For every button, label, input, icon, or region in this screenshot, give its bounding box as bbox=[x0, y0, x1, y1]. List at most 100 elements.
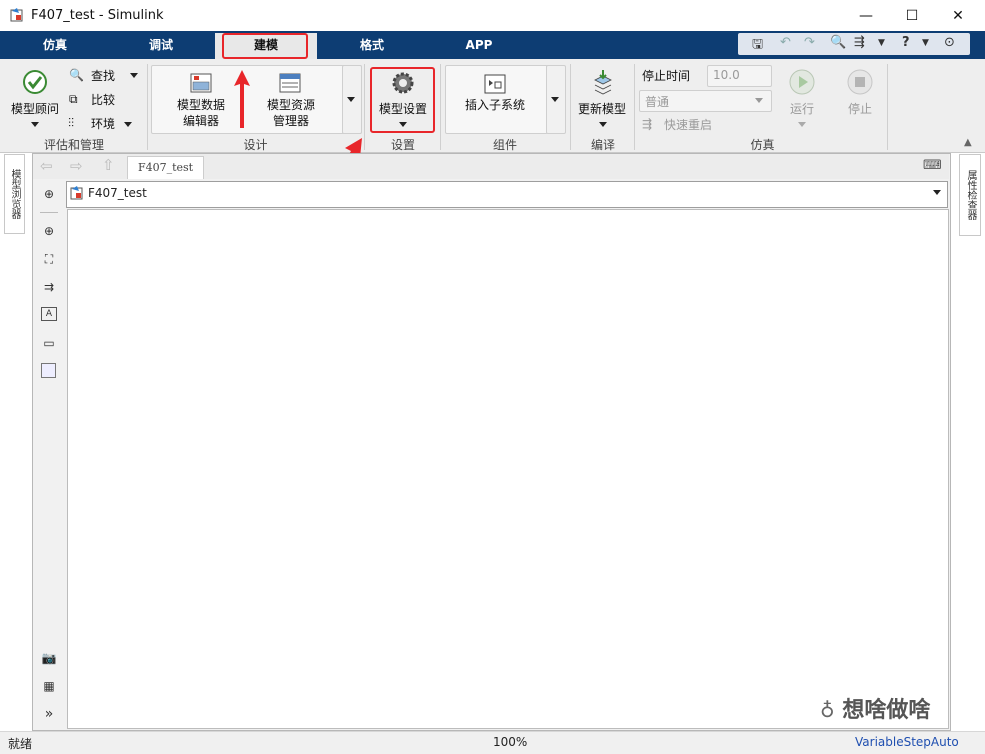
fast-restart-icon: ⇶ bbox=[642, 117, 653, 131]
highlight-modeling-tab bbox=[222, 33, 308, 59]
ribbon-separator bbox=[634, 64, 635, 150]
zoom-level: 100% bbox=[493, 735, 528, 749]
qat-dropdown-icon[interactable]: ▼ bbox=[878, 38, 885, 48]
model-data-editor-icon bbox=[190, 73, 212, 93]
chevron-down-icon[interactable] bbox=[31, 122, 39, 127]
model-data-editor-label-1: 模型数据 bbox=[176, 98, 225, 112]
run-button[interactable]: 运行 bbox=[783, 101, 821, 117]
close-icon: ✕ bbox=[952, 7, 964, 24]
run-icon bbox=[789, 69, 815, 95]
ribbon-separator bbox=[887, 64, 888, 150]
stop-time-input[interactable]: 10.0 bbox=[707, 65, 772, 87]
model-explorer-label-2: 管理器 bbox=[272, 114, 309, 128]
camera-icon[interactable]: 📷 bbox=[41, 650, 57, 666]
save-icon[interactable]: 🖫 bbox=[752, 35, 763, 57]
solver-link[interactable]: VariableStepAuto bbox=[855, 735, 959, 749]
tab-debug[interactable]: 调试 bbox=[128, 31, 194, 59]
fit-to-view-icon[interactable]: ⛶ bbox=[41, 251, 57, 267]
hide-show-explorer-icon[interactable]: ⊕ bbox=[41, 186, 57, 202]
back-arrow-icon[interactable]: ⇦ bbox=[40, 158, 53, 174]
update-model-button[interactable]: 更新模型 bbox=[575, 101, 629, 117]
zoom-in-icon[interactable]: ⊕ bbox=[41, 223, 57, 239]
keyboard-icon[interactable]: ⌨ bbox=[923, 158, 942, 174]
image-annotation-icon[interactable]: ▭ bbox=[41, 335, 57, 351]
address-dropdown-icon[interactable] bbox=[933, 190, 941, 195]
forward-arrow-icon[interactable]: ⇨ bbox=[70, 158, 83, 174]
ribbon-separator bbox=[440, 64, 441, 150]
mode-dropdown-icon bbox=[755, 98, 763, 103]
group-label-component: 组件 bbox=[492, 138, 517, 152]
expand-toolbar-icon[interactable]: » bbox=[41, 706, 57, 722]
gallery-expand-icon bbox=[551, 97, 559, 102]
wechat-icon: ♁ bbox=[820, 698, 835, 722]
close-button[interactable]: ✕ bbox=[935, 0, 981, 31]
find-dropdown-icon[interactable] bbox=[130, 73, 138, 78]
model-explorer-label-1: 模型资源 bbox=[266, 98, 315, 112]
model-icon bbox=[70, 186, 83, 200]
group-label-setup: 设置 bbox=[390, 138, 415, 152]
insert-subsystem-button[interactable]: 插入子系统 bbox=[460, 97, 530, 113]
model-data-editor-button[interactable]: 模型数据 编辑器 bbox=[170, 97, 232, 129]
title-bar: F407_test - Simulink — ☐ ✕ bbox=[0, 0, 985, 31]
status-ready: 就绪 bbox=[8, 737, 33, 751]
stop-time-label: 停止时间 bbox=[642, 69, 691, 83]
status-bar: 就绪 100% VariableStepAuto bbox=[0, 731, 985, 754]
stop-button[interactable]: 停止 bbox=[842, 101, 878, 117]
minimize-icon: — bbox=[859, 7, 873, 24]
model-explorer-button[interactable]: 模型资源 管理器 bbox=[258, 97, 324, 129]
help-icon[interactable]: ? bbox=[902, 35, 910, 50]
window-title: F407_test - Simulink bbox=[31, 8, 164, 23]
tab-simulation[interactable]: 仿真 bbox=[22, 31, 88, 59]
search-icon[interactable]: 🔍 bbox=[830, 35, 846, 50]
property-inspector-tab[interactable]: 属性检查器 bbox=[959, 154, 981, 236]
simulation-mode-value: 普通 bbox=[645, 95, 670, 109]
viewer-icon[interactable]: ▦ bbox=[41, 678, 57, 694]
model-canvas[interactable] bbox=[67, 209, 949, 729]
maximize-button[interactable]: ☐ bbox=[889, 0, 935, 31]
ribbon-separator bbox=[570, 64, 571, 150]
environment-dropdown-icon[interactable] bbox=[124, 122, 132, 127]
watermark-text: 想啥做啥 bbox=[842, 698, 931, 723]
route-lines-icon[interactable]: ⇉ bbox=[41, 279, 57, 295]
annotation-icon[interactable]: A bbox=[41, 307, 57, 321]
sharing-icon[interactable]: ⇶ bbox=[854, 35, 865, 50]
model-explorer-icon bbox=[279, 73, 301, 93]
subsystem-icon bbox=[484, 74, 506, 94]
watermark: ♁ 想啥做啥 bbox=[820, 692, 930, 724]
collapse-ribbon-arrow-icon[interactable]: ▲ bbox=[964, 135, 972, 151]
tab-apps[interactable]: APP bbox=[446, 31, 512, 59]
gallery-expand-icon bbox=[347, 97, 355, 102]
red-arrow-up bbox=[234, 70, 250, 128]
magnifier-icon: 🔍 bbox=[69, 68, 84, 82]
area-icon[interactable] bbox=[41, 363, 56, 378]
ribbon-separator bbox=[147, 64, 148, 150]
stop-time-value: 10.0 bbox=[713, 68, 740, 82]
model-advisor-button[interactable]: 模型顾问 bbox=[6, 101, 64, 117]
stop-icon bbox=[847, 69, 873, 95]
run-dropdown-icon[interactable] bbox=[798, 122, 806, 127]
minimize-button[interactable]: — bbox=[843, 0, 889, 31]
address-bar[interactable] bbox=[66, 181, 948, 208]
tab-format[interactable]: 格式 bbox=[339, 31, 405, 59]
highlight-model-settings bbox=[370, 67, 435, 133]
simulation-mode-select[interactable]: 普通 bbox=[639, 90, 772, 112]
redo-icon[interactable]: ↷ bbox=[804, 35, 815, 50]
model-browser-tab[interactable]: 模型浏览器 bbox=[4, 154, 25, 234]
undo-icon[interactable]: ↶ bbox=[780, 35, 791, 50]
model-data-editor-label-2: 编辑器 bbox=[182, 114, 219, 128]
quick-access-toolbar: 🖫 ↶ ↷ 🔍 ⇶ ▼ ? ▼ ⊙ bbox=[738, 33, 970, 55]
environment-button[interactable]: 环境 bbox=[91, 116, 115, 132]
model-tab[interactable]: F407_test bbox=[127, 156, 204, 179]
group-label-simulation: 仿真 bbox=[750, 138, 775, 152]
simulink-app-icon bbox=[10, 8, 23, 22]
compare-icon: ⧉ bbox=[69, 92, 78, 106]
collapse-ribbon-icon[interactable]: ⊙ bbox=[944, 35, 955, 50]
model-advisor-icon bbox=[23, 70, 47, 94]
find-button[interactable]: 查找 bbox=[91, 68, 115, 84]
fast-restart-button[interactable]: 快速重启 bbox=[664, 117, 712, 133]
address-text: F407_test bbox=[88, 186, 147, 200]
update-model-dropdown-icon[interactable] bbox=[599, 122, 607, 127]
up-arrow-icon[interactable]: ⇧ bbox=[102, 157, 115, 173]
compare-button[interactable]: 比较 bbox=[91, 92, 115, 108]
help-dropdown-icon[interactable]: ▼ bbox=[922, 38, 929, 48]
